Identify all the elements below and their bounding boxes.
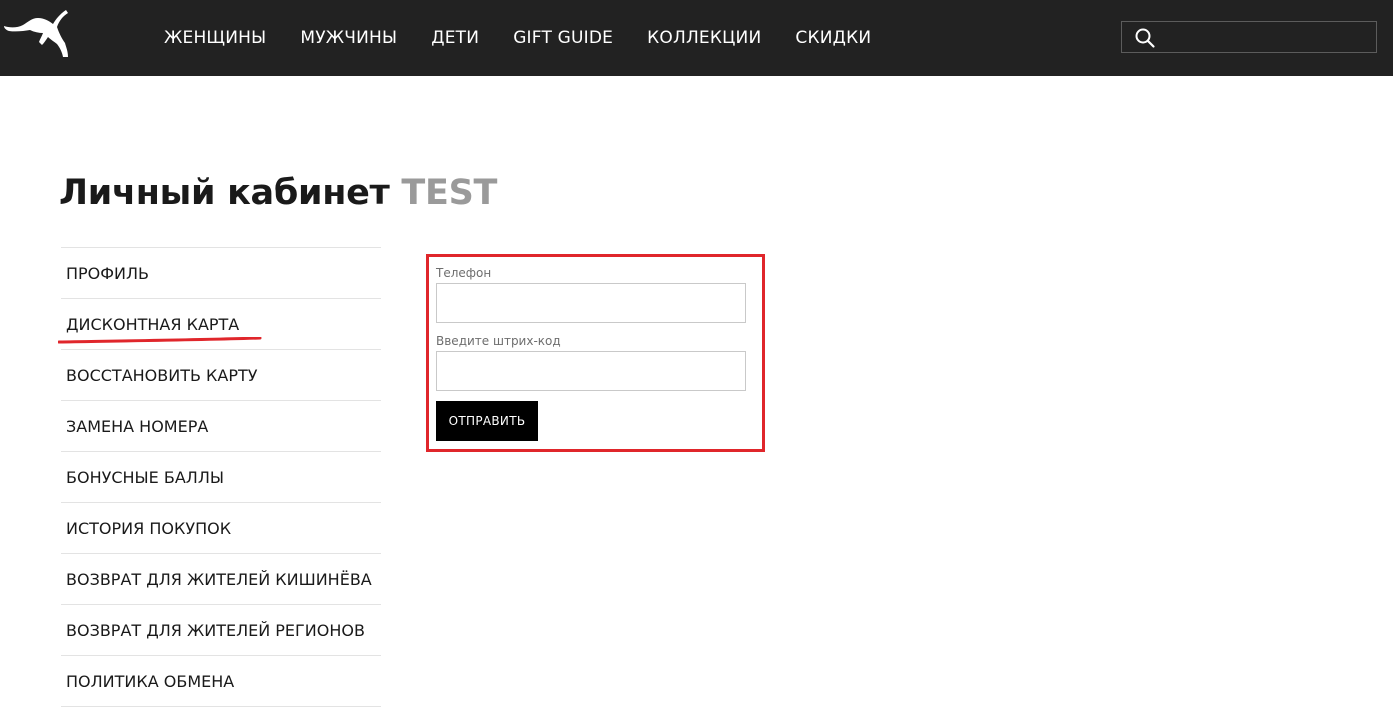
nav-gift-guide[interactable]: GIFT GUIDE [513,0,613,76]
sidebar-item-label: ВОЗВРАТ ДЛЯ ЖИТЕЛЕЙ КИШИНЁВА [66,570,372,589]
active-item-underline [58,337,262,344]
sidebar-item-label: ВОЗВРАТ ДЛЯ ЖИТЕЛЕЙ РЕГИОНОВ [66,621,365,640]
phone-field[interactable] [436,283,746,323]
sidebar-item-label: ЗАМЕНА НОМЕРА [66,417,209,436]
account-sidebar-menu: ПРОФИЛЬ ДИСКОНТНАЯ КАРТА ВОССТАНОВИТЬ КА… [61,247,381,707]
page-title: Личный кабинет TEST [59,173,497,213]
user-name: TEST [401,173,498,213]
sidebar-item-returns-chisinau[interactable]: ВОЗВРАТ ДЛЯ ЖИТЕЛЕЙ КИШИНЁВА [61,554,381,605]
sidebar-item-returns-regions[interactable]: ВОЗВРАТ ДЛЯ ЖИТЕЛЕЙ РЕГИОНОВ [61,605,381,656]
nav-women[interactable]: ЖЕНЩИНЫ [164,0,266,76]
nav-collections[interactable]: КОЛЛЕКЦИИ [647,0,761,76]
sidebar-item-exchange-policy[interactable]: ПОЛИТИКА ОБМЕНА [61,656,381,707]
top-navigation-bar: ЖЕНЩИНЫ МУЖЧИНЫ ДЕТИ GIFT GUIDE КОЛЛЕКЦИ… [0,0,1393,76]
barcode-label: Введите штрих-код [436,334,561,348]
sidebar-item-label: ДИСКОНТНАЯ КАРТА [66,315,240,334]
sidebar-item-label: БОНУСНЫЕ БАЛЛЫ [66,468,224,487]
search-box[interactable] [1121,21,1377,53]
sidebar-item-profile[interactable]: ПРОФИЛЬ [61,248,381,299]
submit-button[interactable]: ОТПРАВИТЬ [436,401,538,441]
page-title-text: Личный кабинет [59,173,390,213]
discount-card-form: Телефон Введите штрих-код ОТПРАВИТЬ [426,254,765,452]
sidebar-item-change-number[interactable]: ЗАМЕНА НОМЕРА [61,401,381,452]
sidebar-item-label: ПРОФИЛЬ [66,264,150,283]
barcode-field[interactable] [436,351,746,391]
sidebar-item-label: ВОССТАНОВИТЬ КАРТУ [66,366,258,385]
phone-label: Телефон [436,266,492,280]
sidebar-item-label: ПОЛИТИКА ОБМЕНА [66,672,235,691]
nav-kids[interactable]: ДЕТИ [431,0,479,76]
sidebar-item-label: ИСТОРИЯ ПОКУПОК [66,519,232,538]
sidebar-item-bonus-points[interactable]: БОНУСНЫЕ БАЛЛЫ [61,452,381,503]
sidebar-item-restore-card[interactable]: ВОССТАНОВИТЬ КАРТУ [61,350,381,401]
search-icon[interactable] [1134,27,1156,49]
puma-cat-logo-icon[interactable] [2,6,70,60]
main-nav: ЖЕНЩИНЫ МУЖЧИНЫ ДЕТИ GIFT GUIDE КОЛЛЕКЦИ… [164,0,905,76]
search-input[interactable] [1162,25,1367,49]
nav-men[interactable]: МУЖЧИНЫ [300,0,397,76]
sidebar-item-purchase-history[interactable]: ИСТОРИЯ ПОКУПОК [61,503,381,554]
nav-sale[interactable]: СКИДКИ [795,0,871,76]
